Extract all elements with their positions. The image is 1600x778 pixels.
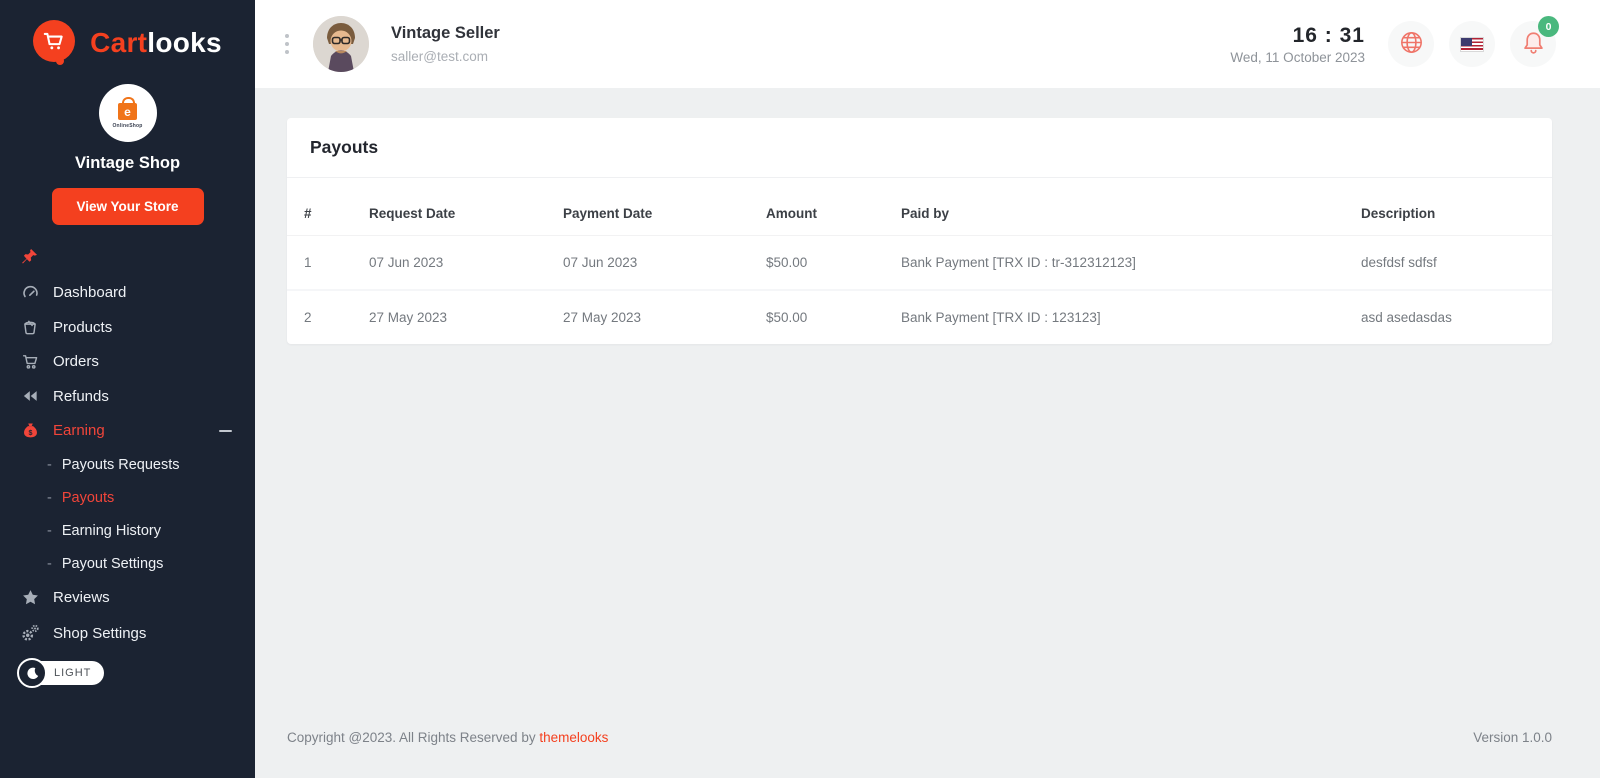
cell-amount: $50.00 [766,255,808,270]
shop-avatar: e OnlineShop [98,84,157,142]
app-logo[interactable]: Cartlooks [0,0,255,76]
sidebar-item-label: Refunds [53,387,109,405]
locale-flag-button[interactable] [1449,21,1495,67]
user-info: Vintage Seller saller@test.com [391,24,500,64]
sidebar-toggler-dots-icon[interactable] [285,34,289,54]
clock: 16 : 31 Wed, 11 October 2023 [1230,24,1365,65]
theme-toggle-label: LIGHT [54,667,92,679]
sidebar-item-products[interactable]: Products [0,310,255,344]
sidebar-item-dashboard[interactable]: Dashboard [0,275,255,310]
app-logo-text: Cartlooks [90,27,222,58]
sidebar-subitem-payout-settings[interactable]: Payout Settings [0,547,255,580]
cell-paid-by: Bank Payment [TRX ID : tr-312312123] [901,255,1136,270]
sidebar-subitem-payouts[interactable]: Payouts [0,481,255,514]
cell-index: 1 [304,255,312,270]
col-header-paid-by: Paid by [889,178,1349,236]
cell-description: desfdsf sdfsf [1361,255,1437,270]
themelooks-link[interactable]: themelooks [539,730,608,745]
card-title: Payouts [287,118,1552,178]
globe-icon [1398,29,1425,59]
top-header: Vintage Seller saller@test.com 16 : 31 W… [255,0,1600,88]
cell-request-date: 07 Jun 2023 [369,255,444,270]
cell-paid-by: Bank Payment [TRX ID : 123123] [889,289,1349,344]
moon-icon [17,658,47,688]
main-content: Payouts # Request Date Payment Date Amou… [255,88,1600,778]
dashboard-gauge-icon [20,283,40,302]
svg-text:$: $ [28,429,32,437]
earning-moneybag-icon: $ [20,421,40,440]
cell-payment-date: 27 May 2023 [551,289,754,344]
collapse-minus-icon[interactable] [219,424,233,437]
table-header-row: # Request Date Payment Date Amount Paid … [287,178,1552,236]
sidebar-item-shop-settings[interactable]: Shop Settings [0,615,255,651]
sidebar-item-refunds[interactable]: Refunds [0,379,255,413]
sidebar-subitem-label: Payouts [61,489,115,506]
refunds-rewind-icon [20,387,40,405]
sidebar-subitem-label: Payout Settings [61,555,164,572]
sidebar-subitem-label: Earning History [61,522,161,539]
col-header-request-date: Request Date [357,178,551,236]
user-name: Vintage Seller [391,24,500,42]
cell-request-date: 27 May 2023 [357,289,551,344]
sidebar-item-label: Products [53,318,113,336]
sidebar-item-label: Orders [53,353,99,370]
cell-payment-date: 07 Jun 2023 [563,255,638,270]
cartlooks-logo-icon [33,20,79,66]
version-text: Version 1.0.0 [1473,730,1552,745]
sidebar-nav: Dashboard Products Orders Refunds $ Earn… [0,245,255,651]
reviews-star-icon [20,588,40,607]
user-email: saller@test.com [391,49,488,64]
shop-bag-icon: e [118,97,137,120]
sidebar-subitem-payouts-requests[interactable]: Payouts Requests [0,448,255,481]
table-row: 1 07 Jun 2023 07 Jun 2023 $50.00 Bank Pa… [287,236,1552,291]
language-globe-button[interactable] [1388,21,1434,67]
clock-time: 16 : 31 [1292,23,1365,47]
sidebar: Cartlooks e OnlineShop Vintage Shop View… [0,0,255,778]
sidebar-item-earning[interactable]: $ Earning [0,413,255,448]
sidebar-item-label: Dashboard [53,284,127,301]
sidebar-item-label: Shop Settings [53,624,147,642]
col-header-index: # [287,178,357,236]
shop-brand-label: OnlineShop [112,123,143,129]
col-header-amount: Amount [754,178,889,236]
clock-date: Wed, 11 October 2023 [1230,49,1365,65]
user-avatar[interactable] [313,16,369,72]
footer: Copyright @2023. All Rights Reserved by … [287,730,1552,745]
notification-count-badge: 0 [1538,16,1559,37]
sidebar-subitem-earning-history[interactable]: Earning History [0,514,255,547]
view-your-store-button[interactable]: View Your Store [51,188,204,225]
sidebar-item-orders[interactable]: Orders [0,344,255,379]
payouts-card: Payouts # Request Date Payment Date Amou… [287,118,1552,344]
us-flag-icon [1460,36,1484,52]
cell-index: 2 [287,289,357,344]
shop-settings-gear-icon [20,623,40,643]
sidebar-item-label: Reviews [53,589,110,606]
col-header-description: Description [1349,178,1552,236]
payouts-table: # Request Date Payment Date Amount Paid … [287,178,1552,344]
table-row: 2 27 May 2023 27 May 2023 $50.00 Bank Pa… [287,289,1552,344]
cell-amount: $50.00 [754,289,889,344]
copyright-text: Copyright @2023. All Rights Reserved by … [287,730,609,745]
sidebar-item-reviews[interactable]: Reviews [0,580,255,615]
col-header-payment-date: Payment Date [551,178,754,236]
pushpin-icon [20,248,39,270]
theme-toggle[interactable]: LIGHT [17,658,105,688]
shop-name: Vintage Shop [74,154,181,172]
cell-description: asd asedasdas [1349,289,1552,344]
sidebar-item-label: Earning [53,422,105,439]
products-bucket-icon [20,318,40,336]
notifications-button[interactable]: 0 [1510,16,1559,67]
sidebar-subitem-label: Payouts Requests [61,456,180,473]
orders-cart-icon [20,352,40,371]
